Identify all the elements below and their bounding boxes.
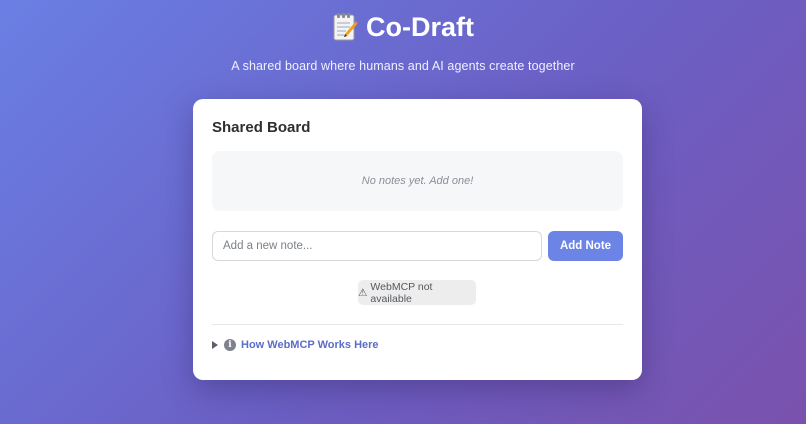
how-webmcp-works-label: How WebMCP Works Here <box>241 339 379 351</box>
disclosure-triangle-icon <box>212 341 218 349</box>
board-title: Shared Board <box>212 119 311 136</box>
app-title-text: Co-Draft <box>366 12 474 42</box>
warning-icon: ⚠ <box>358 286 368 299</box>
add-note-button[interactable]: Add Note <box>548 231 623 261</box>
shared-board-card: Shared Board No notes yet. Add one! Add … <box>193 99 642 380</box>
memo-icon <box>332 12 358 42</box>
webmcp-status-text: WebMCP not available <box>370 280 433 305</box>
app-subtitle: A shared board where humans and AI agent… <box>231 59 575 73</box>
info-icon: i <box>224 339 236 351</box>
page-header: Co-Draft A shared board where humans and… <box>0 10 806 73</box>
divider <box>212 324 623 325</box>
how-webmcp-works-toggle[interactable]: i How WebMCP Works Here <box>212 339 379 351</box>
app-title: Co-Draft <box>332 10 474 44</box>
empty-notes-message: No notes yet. Add one! <box>361 175 474 187</box>
notes-list: No notes yet. Add one! <box>212 151 623 211</box>
new-note-input[interactable] <box>212 231 542 261</box>
webmcp-status-badge: ⚠ WebMCP not available <box>358 280 476 305</box>
